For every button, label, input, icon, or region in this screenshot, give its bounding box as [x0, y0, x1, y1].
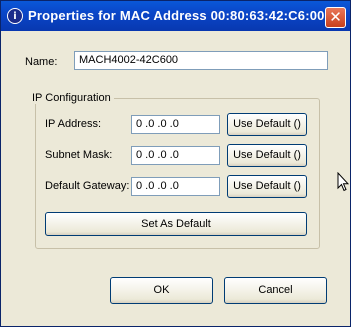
name-field[interactable]: MACH4002-42C600 — [74, 51, 328, 70]
set-as-default-button[interactable]: Set As Default — [45, 212, 307, 236]
ip-address-label: IP Address: — [45, 118, 102, 130]
cancel-button[interactable]: Cancel — [224, 277, 327, 304]
ok-button[interactable]: OK — [110, 277, 213, 304]
window-title: Properties for MAC Address 00:80:63:42:C… — [28, 8, 325, 23]
subnet-mask-use-default-button[interactable]: Use Default () — [227, 144, 307, 167]
close-button[interactable]: ✕ — [325, 7, 346, 28]
info-icon: i — [7, 8, 23, 24]
subnet-mask-label: Subnet Mask: — [45, 149, 113, 161]
subnet-mask-field[interactable]: 0 .0 .0 .0 — [131, 146, 220, 165]
ip-address-field[interactable]: 0 .0 .0 .0 — [131, 115, 220, 134]
ip-address-use-default-button[interactable]: Use Default () — [227, 113, 307, 136]
default-gateway-field[interactable]: 0 .0 .0 .0 — [131, 177, 220, 196]
dialog-body: Name: MACH4002-42C600 IP Configuration I… — [1, 31, 350, 326]
title-bar[interactable]: i Properties for MAC Address 00:80:63:42… — [1, 1, 350, 31]
mouse-cursor-icon — [337, 172, 349, 192]
close-icon: ✕ — [329, 8, 342, 26]
ip-configuration-title: IP Configuration — [29, 92, 114, 104]
properties-dialog: i Properties for MAC Address 00:80:63:42… — [0, 0, 351, 327]
name-label: Name: — [25, 56, 58, 68]
default-gateway-use-default-button[interactable]: Use Default () — [227, 175, 307, 198]
default-gateway-label: Default Gateway: — [45, 180, 130, 192]
